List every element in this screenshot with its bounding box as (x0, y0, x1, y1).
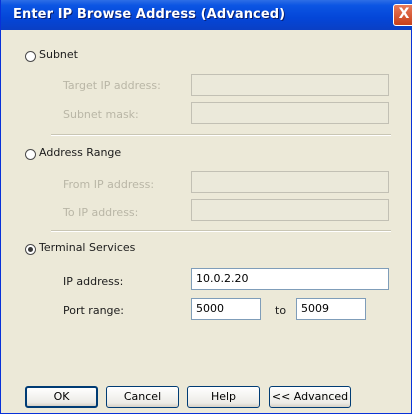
port-to-label: to (275, 304, 287, 317)
title-bar[interactable]: Enter IP Browse Address (Advanced) X (1, 0, 412, 30)
target-address-field[interactable] (191, 74, 389, 96)
help-button[interactable]: Help (187, 386, 260, 408)
close-button[interactable]: X (393, 4, 412, 26)
dialog-title: Enter IP Browse Address (Advanced) (13, 7, 286, 22)
ip-address-label: IP address: (63, 275, 124, 288)
subnet-mask-label: Subnet mask: (63, 108, 139, 121)
close-icon: X (398, 6, 410, 22)
subnet-label: Subnet (39, 48, 78, 61)
advanced-button[interactable]: << Advanced (269, 386, 351, 408)
ok-button[interactable]: OK (25, 386, 98, 408)
section-divider (51, 134, 391, 136)
address-range-label: Address Range (39, 146, 122, 159)
subnet-radio[interactable] (25, 51, 36, 62)
port-from-field[interactable]: 5000 (191, 298, 261, 320)
port-range-label: Port range: (63, 304, 124, 317)
dialog-window: Enter IP Browse Address (Advanced) X Sub… (0, 0, 412, 414)
target-address-label: Target IP address: (63, 79, 161, 92)
from-ip-label: From IP address: (63, 178, 155, 191)
terminal-services-label: Terminal Services (39, 241, 136, 254)
from-ip-field[interactable] (191, 171, 389, 193)
port-to-field[interactable]: 5009 (296, 298, 366, 320)
subnet-mask-field[interactable] (191, 102, 389, 124)
cancel-button[interactable]: Cancel (106, 386, 179, 408)
section-divider (51, 230, 391, 232)
terminal-services-radio[interactable] (25, 244, 36, 255)
to-ip-field[interactable] (191, 199, 389, 221)
ip-address-field[interactable]: 10.0.2.20 (191, 268, 389, 290)
to-ip-label: To IP address: (63, 206, 139, 219)
address-range-radio[interactable] (25, 149, 36, 160)
